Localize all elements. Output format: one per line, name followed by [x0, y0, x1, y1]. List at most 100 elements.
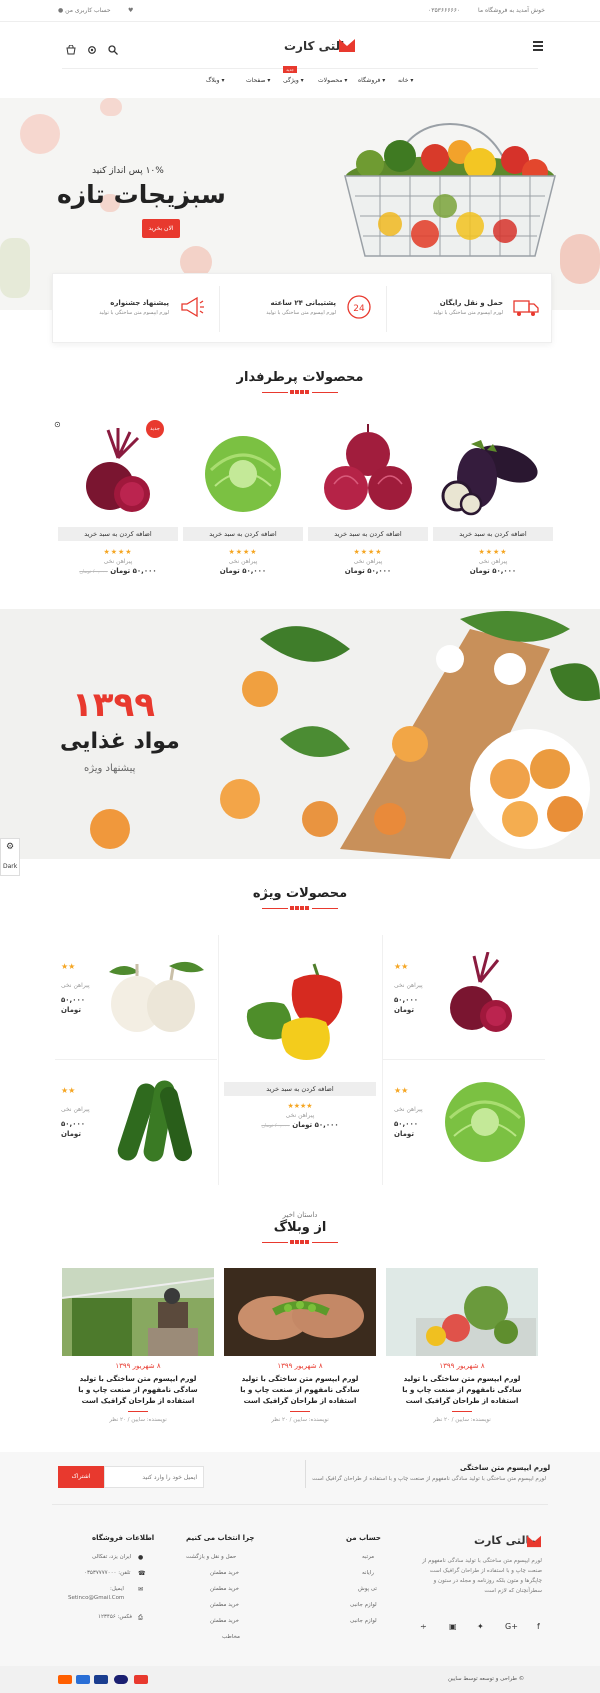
blog-post-title[interactable]: لورم ایپسوم متن ساختگی با تولید سادگی نا… — [392, 1374, 532, 1407]
cart-icon[interactable] — [66, 40, 76, 55]
product-name[interactable]: پیراهن نخی — [61, 1106, 90, 1113]
account-link[interactable]: ● حساب کاربری من — [58, 7, 111, 14]
product-name[interactable]: پیراهن نخی — [61, 982, 90, 989]
price-unit: تومان — [394, 1130, 414, 1138]
product-name[interactable]: پیراهن نخی — [394, 1106, 423, 1113]
search-icon[interactable] — [108, 40, 118, 55]
blog-post-title[interactable]: لورم ایپسوم متن ساختگی با تولید سادگی نا… — [68, 1374, 208, 1407]
blog-meta: نویسنده: سایین / ۲۰ نظر — [271, 1417, 329, 1423]
nav-products[interactable]: محصولات ▾ — [318, 77, 347, 84]
old-price: ۶۰,۰۰۰ تومان — [79, 569, 108, 575]
blog-image[interactable] — [386, 1268, 538, 1356]
newsletter-email-input[interactable] — [104, 1466, 204, 1488]
google-plus-icon[interactable]: G+ — [505, 1622, 518, 1631]
product-name[interactable]: پیراهن نخی — [308, 558, 428, 565]
product-card[interactable]: اضافه کردن به سبد خرید ★★★★ پیراهن نخی ۵… — [433, 420, 553, 590]
footer-link[interactable]: تی پوش — [358, 1586, 377, 1592]
add-to-cart-button[interactable]: اضافه کردن به سبد خرید — [58, 527, 178, 541]
gear-icon[interactable] — [87, 40, 97, 54]
heart-icon[interactable]: ♥ — [128, 7, 133, 14]
newsletter-desc: لورم ایپسوم متن ساختگی با تولید سادگی نا… — [312, 1476, 546, 1482]
blog-image[interactable] — [62, 1268, 214, 1356]
footer-link[interactable]: حمل و نقل و بازگشت — [186, 1554, 236, 1560]
promo-banner: ۱۳۹۹ مواد غذایی پیشنهاد ویژه — [0, 609, 600, 859]
peppers-image — [244, 960, 356, 1064]
banner-subtitle: پیشنهاد ویژه — [84, 763, 136, 774]
blog-post[interactable]: ۸ شهریور ۱۳۹۹ لورم ایپسوم متن ساختگی با … — [224, 1268, 376, 1428]
instagram-icon[interactable]: ▣ — [449, 1622, 457, 1631]
menu-icon[interactable] — [533, 39, 543, 53]
nav-blog[interactable]: وبلاگ ▾ — [206, 77, 224, 84]
footer-col-title: چرا انتخاب می کنیم — [186, 1534, 255, 1542]
product-card[interactable]: اضافه کردن به سبد خرید ★★★★ پیراهن نخی ۵… — [308, 420, 428, 590]
product-card[interactable]: اضافه کردن به سبد خرید ★★★★ پیراهن نخی ۵… — [183, 420, 303, 590]
product-name[interactable]: پیراهن نخی — [224, 1112, 376, 1119]
footer-link[interactable]: مخاطب — [222, 1634, 240, 1640]
bookmark-icon[interactable]: ⊙ — [54, 420, 61, 429]
footer-link[interactable]: خرید مطمئن — [210, 1586, 239, 1592]
feature-support: 24 پشتیبانی ۲۴ ساعته لورم ایپسوم متن ساخ… — [220, 274, 386, 344]
gear-icon[interactable]: ⚙ — [6, 842, 14, 852]
add-to-cart-button[interactable]: اضافه کردن به سبد خرید — [433, 527, 553, 541]
blog-underline — [452, 1411, 472, 1412]
product-name[interactable]: پیراهن نخی — [58, 558, 178, 565]
blog-post[interactable]: ۸ شهریور ۱۳۹۹ لورم ایپسوم متن ساختگی با … — [62, 1268, 214, 1428]
logo-icon — [338, 37, 356, 53]
store-email[interactable]: Setinco@Gmail.Com — [68, 1595, 124, 1601]
footer-col-title: اطلاعات فروشگاه — [92, 1534, 155, 1542]
product-price: ۵۰,۰۰۰ تومان — [219, 567, 267, 575]
special-product[interactable]: ★★ پیراهن نخی ۵۰,۰۰۰ تومان — [55, 950, 215, 1050]
product-name[interactable]: پیراهن نخی — [183, 558, 303, 565]
footer-link[interactable]: لوازم جانبی — [350, 1618, 377, 1624]
footer-link[interactable]: مرتبه — [362, 1554, 374, 1560]
footer-link[interactable]: رایانه — [362, 1570, 374, 1576]
footer-link[interactable]: خرید مطمئن — [210, 1618, 239, 1624]
feature-shipping: حمل و نقل رایگان لورم ایپسوم متن ساختگی … — [387, 274, 553, 344]
add-to-cart-button[interactable]: اضافه کردن به سبد خرید — [183, 527, 303, 541]
shop-now-button[interactable]: الان بخرید — [142, 219, 180, 238]
store-address: ایران یزد، تفکالی — [92, 1554, 132, 1560]
blog-post-title[interactable]: لورم ایپسوم متن ساختگی با تولید سادگی نا… — [230, 1374, 370, 1407]
blog-image[interactable] — [224, 1268, 376, 1356]
special-title: محصولات ویژه — [252, 886, 348, 901]
beet-image — [78, 428, 158, 518]
feature-festival: پیشنهاد جشنواره لورم ایپسوم متن ساختگی ب… — [53, 274, 219, 344]
nav-pages[interactable]: صفحات ▾ — [246, 77, 270, 84]
blog-post[interactable]: ۸ شهریور ۱۳۹۹ لورم ایپسوم متن ساختگی با … — [386, 1268, 538, 1428]
dark-mode-label[interactable]: Dark — [3, 863, 17, 870]
special-product[interactable]: ★★ پیراهن نخی ۵۰,۰۰۰ تومان — [388, 1068, 548, 1178]
product-price: ۵۰,۰۰۰ تومان — [469, 567, 517, 575]
product-name[interactable]: پیراهن نخی — [394, 982, 423, 989]
nav-home[interactable]: خانه ▾ — [398, 77, 413, 84]
product-card[interactable]: ⊙ جدید اضافه کردن به سبد خرید ★★★★ پیراه… — [54, 420, 178, 590]
theme-toggle[interactable]: ⚙ Dark — [0, 838, 20, 876]
add-to-cart-button[interactable]: اضافه کردن به سبد خرید — [224, 1082, 376, 1096]
product-price: ۵۰,۰۰۰ تومان — [344, 567, 392, 575]
product-name[interactable]: پیراهن نخی — [433, 558, 553, 565]
special-product[interactable]: ★★ پیراهن نخی ۵۰,۰۰۰ تومان — [55, 1068, 215, 1178]
divider — [52, 1504, 548, 1505]
footer-link[interactable]: لوازم جانبی — [350, 1602, 377, 1608]
rating-stars: ★★ — [394, 962, 409, 971]
cabbage-image — [201, 430, 285, 514]
footer-col-title: حساب من — [346, 1534, 381, 1542]
subscribe-button[interactable]: اشتراک — [58, 1466, 104, 1488]
header: مالتی کارت وبلاگ ▾ صفحات ▾ ویژگی ▾ جدید … — [0, 22, 600, 98]
footer-link[interactable]: خرید مطمئن — [210, 1602, 239, 1608]
footer-link[interactable]: خرید مطمئن — [210, 1570, 239, 1576]
special-product-featured[interactable]: اضافه کردن به سبد خرید ★★★★ پیراهن نخی ۵… — [224, 940, 376, 1160]
rss-icon[interactable]: ∻ — [420, 1622, 427, 1631]
blog-underline — [290, 1411, 310, 1412]
nav-features[interactable]: ویژگی ▾ — [283, 77, 304, 84]
nav-shop[interactable]: فروشگاه ▾ — [358, 77, 385, 84]
hero-title: سبزیجات تازه — [57, 180, 226, 209]
rating-stars: ★★ — [61, 962, 76, 971]
feature-title: پیشنهاد جشنواره — [110, 299, 169, 307]
title-divider — [262, 1240, 338, 1246]
facebook-icon[interactable]: f — [537, 1622, 540, 1631]
feature-desc: لورم ایپسوم متن ساختگی با تولید — [266, 310, 336, 316]
product-price: ۵۰,۰۰۰ تومان ۶۰,۰۰۰ تومان — [79, 567, 157, 575]
special-product[interactable]: ★★ پیراهن نخی ۵۰,۰۰۰ تومان — [388, 950, 548, 1050]
twitter-icon[interactable]: ✦ — [477, 1622, 484, 1631]
add-to-cart-button[interactable]: اضافه کردن به سبد خرید — [308, 527, 428, 541]
